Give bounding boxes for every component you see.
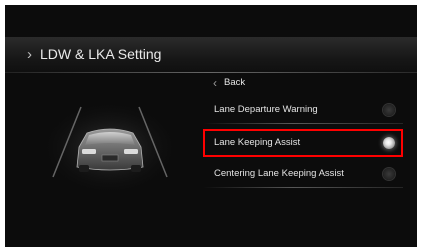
car-rear-icon: [40, 95, 180, 191]
option-label: Lane Keeping Assist: [214, 137, 301, 148]
divider: [203, 123, 403, 124]
lane-assist-menu: ‹ Back Lane Departure Warning Lane Keepi…: [203, 67, 413, 207]
radio-icon[interactable]: [383, 104, 395, 116]
back-label: Back: [224, 77, 246, 88]
option-centering-lane-keeping-assist[interactable]: Centering Lane Keeping Assist: [203, 161, 403, 188]
radio-selected-icon[interactable]: [383, 137, 395, 149]
radio-icon[interactable]: [383, 168, 395, 180]
option-label: Lane Departure Warning: [214, 104, 318, 115]
chevron-right-icon: ›: [27, 46, 32, 63]
option-lane-keeping-assist[interactable]: Lane Keeping Assist: [203, 129, 403, 157]
page-title: LDW & LKA Setting: [40, 46, 162, 62]
divider: [203, 187, 403, 188]
option-label: Centering Lane Keeping Assist: [214, 168, 344, 179]
chevron-left-icon: ‹: [213, 76, 217, 90]
car-illustration: [35, 85, 185, 195]
infotainment-screen: › LDW & LKA Setting ‹ Back Lane Departur…: [5, 5, 417, 247]
option-lane-departure-warning[interactable]: Lane Departure Warning: [203, 97, 403, 124]
